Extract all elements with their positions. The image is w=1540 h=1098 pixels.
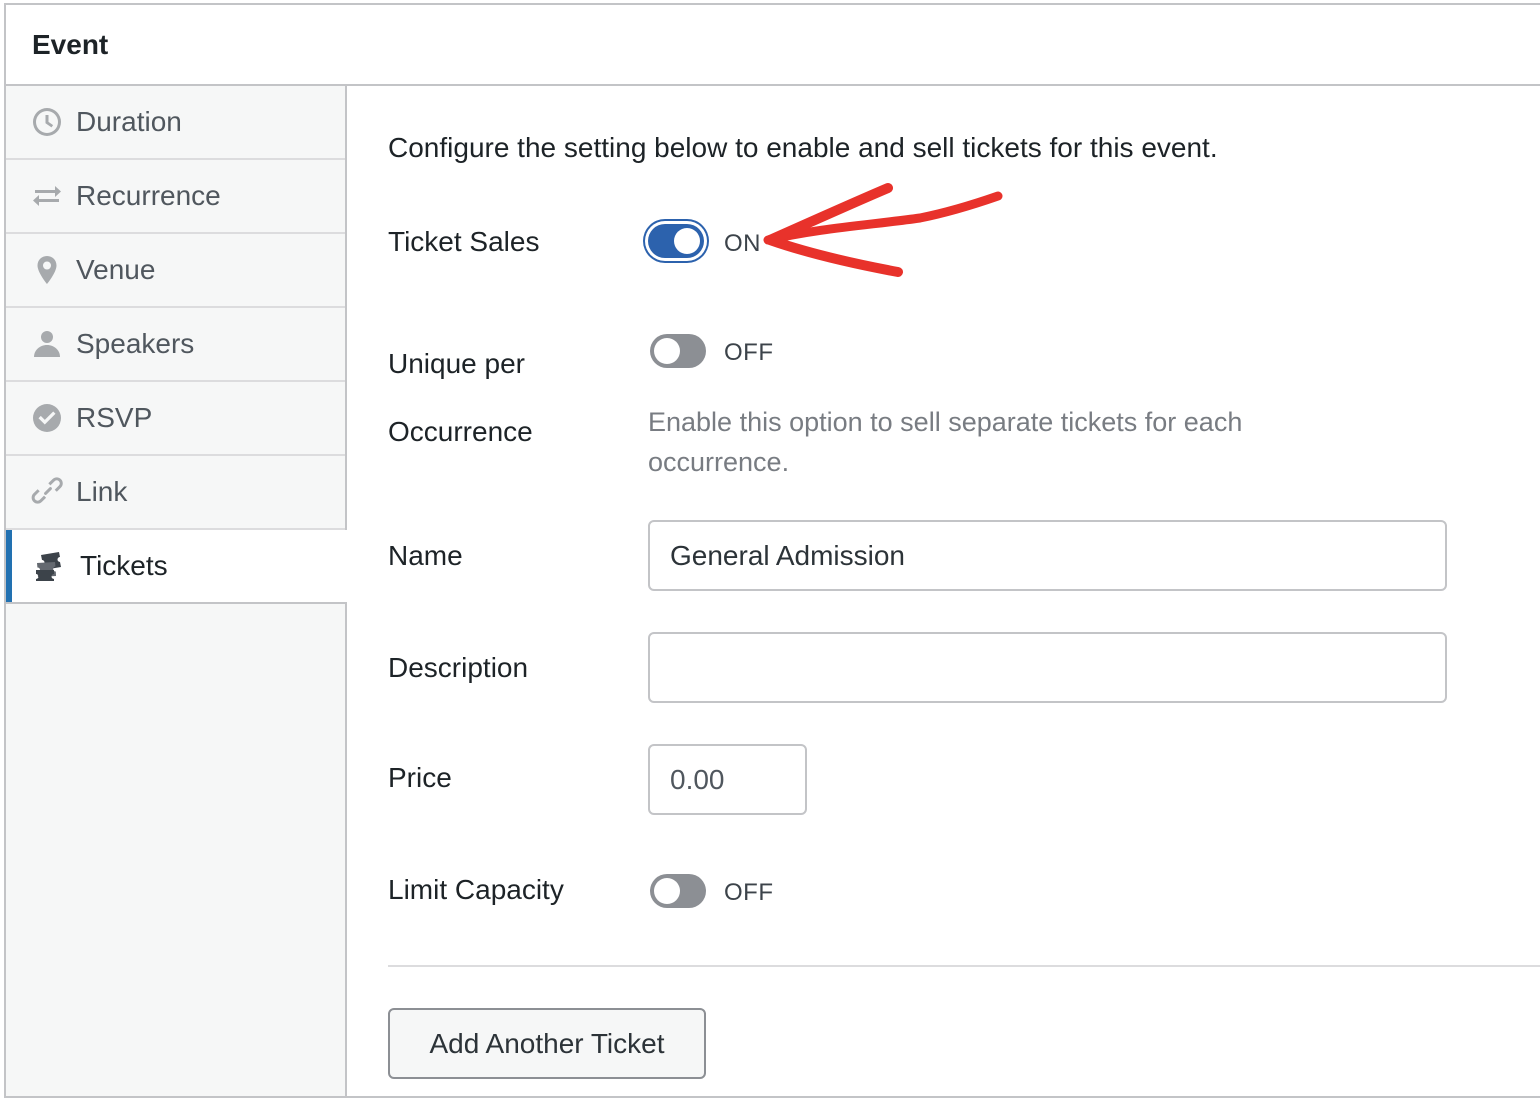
sidebar-item-label: Recurrence — [76, 180, 221, 211]
sidebar-item-label: Link — [76, 476, 128, 507]
repeat-icon — [30, 179, 64, 213]
sidebar-item-label: RSVP — [76, 402, 153, 433]
unique-per-occurrence-help-line2: occurrence. — [648, 447, 790, 477]
description-input[interactable] — [648, 632, 1447, 703]
limit-capacity-state: OFF — [724, 879, 774, 906]
sidebar-item-label: Speakers — [76, 328, 195, 359]
unique-per-occurrence-label-line2: Occurrence — [388, 416, 533, 447]
person-icon — [30, 327, 64, 361]
link-icon — [30, 475, 64, 509]
toggle-knob — [654, 878, 680, 904]
section-divider — [388, 965, 1540, 967]
ticket-sales-state: ON — [724, 230, 761, 257]
unique-per-occurrence-help-line1: Enable this option to sell separate tick… — [648, 407, 1243, 437]
add-another-ticket-button[interactable]: Add Another Ticket — [388, 1008, 706, 1079]
tickets-content: Configure the setting below to enable an… — [388, 86, 1540, 1096]
clock-icon — [30, 105, 64, 139]
location-pin-icon — [30, 253, 64, 287]
ticket-sales-label: Ticket Sales — [388, 226, 540, 257]
toggle-knob — [654, 338, 680, 364]
description-label: Description — [388, 652, 529, 683]
sidebar-item-venue[interactable]: Venue — [6, 234, 345, 308]
intro-text: Configure the setting below to enable an… — [388, 132, 1218, 163]
toggle-knob — [674, 228, 700, 254]
unique-per-occurrence-label-line1: Unique per — [388, 348, 525, 379]
sidebar-item-label: Tickets — [80, 550, 168, 581]
sidebar-item-speakers[interactable]: Speakers — [6, 308, 345, 382]
name-label: Name — [388, 540, 463, 571]
sidebar-item-recurrence[interactable]: Recurrence — [6, 160, 345, 234]
sidebar: Duration Recurrence Venue Speakers RSVP — [6, 86, 347, 1096]
price-input[interactable] — [648, 744, 807, 815]
sidebar-item-link[interactable]: Link — [6, 456, 345, 530]
limit-capacity-toggle[interactable] — [650, 874, 706, 908]
price-label: Price — [388, 762, 452, 793]
sidebar-item-label: Duration — [76, 106, 182, 137]
limit-capacity-label: Limit Capacity — [388, 874, 564, 905]
panel-header: Event — [6, 5, 1540, 86]
sidebar-item-rsvp[interactable]: RSVP — [6, 382, 345, 456]
name-input[interactable] — [648, 520, 1447, 591]
sidebar-item-label: Venue — [76, 254, 156, 285]
ticket-sales-toggle[interactable] — [648, 224, 704, 258]
sidebar-item-tickets[interactable]: Tickets — [6, 530, 347, 604]
panel-title: Event — [32, 28, 109, 60]
sidebar-item-duration[interactable]: Duration — [6, 86, 345, 160]
unique-per-occurrence-toggle[interactable] — [650, 334, 706, 368]
check-circle-icon — [30, 401, 64, 435]
unique-per-occurrence-state: OFF — [724, 339, 774, 366]
event-panel: Event Duration Recurrence Venue Speakers — [4, 3, 1540, 1098]
tickets-icon — [34, 549, 68, 583]
